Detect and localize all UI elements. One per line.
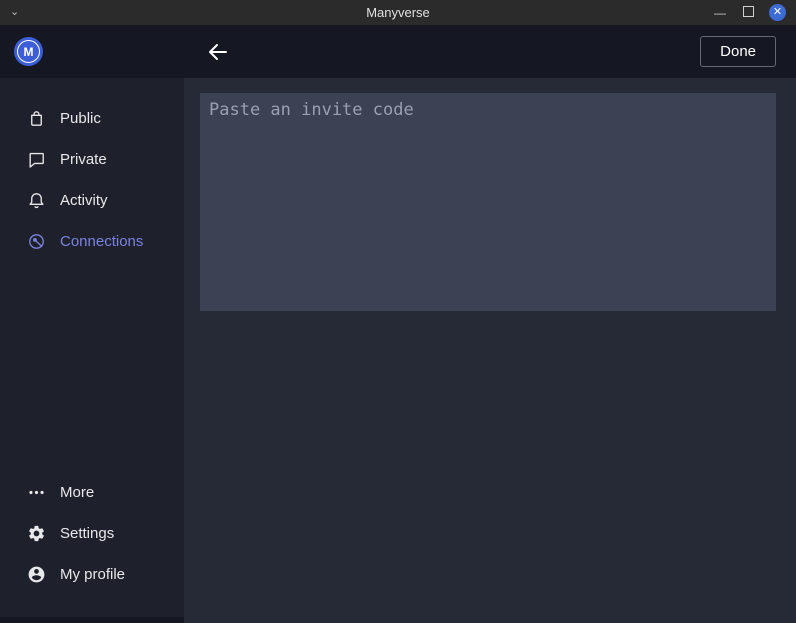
titlebar: ⌄ Manyverse — ✕ (0, 0, 796, 25)
invite-code-input[interactable] (200, 93, 776, 311)
sidebar-item-private[interactable]: Private (0, 139, 184, 180)
logo-zone: M (0, 37, 184, 66)
back-button[interactable] (203, 37, 233, 67)
sidebar-spacer (0, 262, 184, 472)
manyverse-window: ⌄ Manyverse — ✕ M Done Pu (0, 0, 796, 623)
sidebar-item-label: Private (60, 152, 107, 167)
sidebar-item-label: My profile (60, 567, 125, 582)
manyverse-logo[interactable]: M (14, 37, 43, 66)
sidebar-item-label: Connections (60, 234, 143, 249)
done-button[interactable]: Done (700, 36, 776, 67)
sidebar-item-label: More (60, 485, 94, 500)
sidebar-item-settings[interactable]: Settings (0, 513, 184, 554)
connections-icon (27, 232, 46, 251)
restore-icon (743, 6, 754, 17)
manyverse-logo-letter: M (17, 40, 40, 63)
window-controls: — ✕ (713, 4, 796, 21)
sidebar-item-label: Public (60, 111, 101, 126)
sidebar-item-my-profile[interactable]: My profile (0, 554, 184, 595)
back-arrow-icon (206, 40, 230, 64)
sidebar-item-label: Settings (60, 526, 114, 541)
sidebar-item-label: Activity (60, 193, 108, 208)
minimize-button[interactable]: — (713, 6, 727, 20)
app-header: M Done (0, 25, 796, 78)
titlebar-menu-chevron-icon[interactable]: ⌄ (10, 7, 19, 18)
body: Public Private Activity (0, 78, 796, 623)
private-icon (27, 150, 46, 169)
sidebar-item-more[interactable]: More (0, 472, 184, 513)
sidebar: Public Private Activity (0, 78, 184, 617)
sidebar-item-public[interactable]: Public (0, 98, 184, 139)
window-title: Manyverse (0, 5, 796, 20)
sidebar-item-activity[interactable]: Activity (0, 180, 184, 221)
profile-icon (27, 565, 46, 584)
public-icon (27, 109, 46, 128)
more-icon (27, 483, 46, 502)
main-content (184, 78, 796, 623)
restore-button[interactable] (741, 6, 755, 20)
close-button[interactable]: ✕ (769, 4, 786, 21)
activity-icon (27, 191, 46, 210)
settings-icon (27, 524, 46, 543)
sidebar-item-connections[interactable]: Connections (0, 221, 184, 262)
